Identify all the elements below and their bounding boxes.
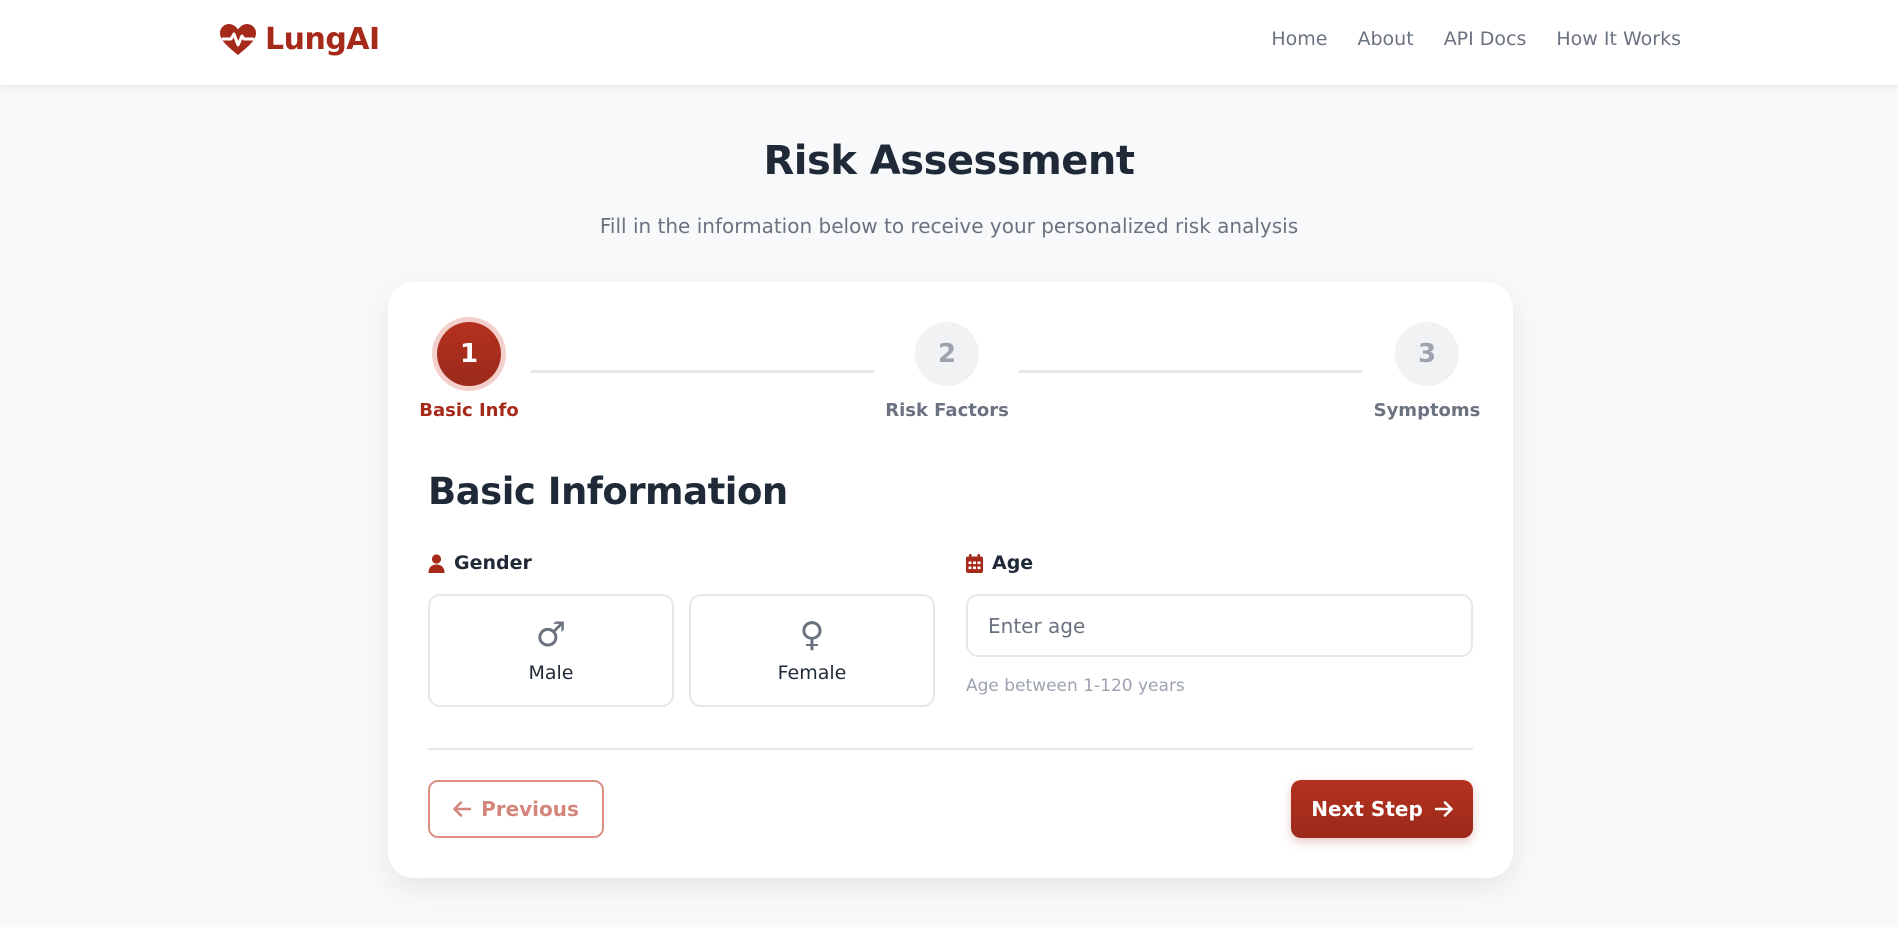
- assessment-card: 1 Basic Info 2 Risk Factors 3 Symptoms B…: [388, 282, 1513, 878]
- heart-pulse-icon: [220, 23, 256, 55]
- brand-name: LungAI: [265, 22, 380, 57]
- step-2-circle: 2: [915, 322, 979, 386]
- gender-option-female-label: Female: [777, 661, 847, 684]
- navbar: LungAI Home About API Docs How It Works: [0, 0, 1898, 85]
- male-icon: ♂: [535, 614, 567, 655]
- step-3-label: Symptoms: [1373, 400, 1481, 421]
- gender-option-male[interactable]: ♂ Male: [428, 594, 674, 707]
- page-subtitle: Fill in the information below to receive…: [599, 214, 1299, 238]
- nav-links: Home About API Docs How It Works: [1271, 28, 1681, 50]
- section-title: Basic Information: [428, 470, 788, 513]
- brand-logo[interactable]: LungAI: [219, 22, 380, 57]
- nav-link-api-docs[interactable]: API Docs: [1444, 28, 1527, 50]
- step-connector-2: [1019, 370, 1362, 373]
- step-1-circle: 1: [437, 322, 501, 386]
- step-3[interactable]: 3 Symptoms: [1374, 322, 1480, 421]
- next-step-button-label: Next Step: [1311, 797, 1423, 821]
- step-2-label: Risk Factors: [885, 400, 1009, 421]
- age-label-text: Age: [992, 552, 1034, 574]
- step-1-label: Basic Info: [419, 400, 519, 421]
- gender-option-male-label: Male: [528, 661, 574, 684]
- divider: [428, 748, 1473, 750]
- arrow-right-icon: [1434, 801, 1453, 817]
- previous-button[interactable]: Previous: [428, 780, 604, 838]
- step-1[interactable]: 1 Basic Info: [419, 322, 519, 421]
- gender-label: Gender: [428, 552, 532, 574]
- nav-link-home[interactable]: Home: [1271, 28, 1327, 50]
- step-connector-1: [531, 370, 874, 373]
- age-label: Age: [966, 552, 1033, 574]
- gender-label-text: Gender: [454, 552, 532, 574]
- calendar-icon: [966, 553, 983, 573]
- page-title: Risk Assessment: [763, 138, 1135, 184]
- user-icon: [428, 553, 445, 573]
- step-3-circle: 3: [1395, 322, 1459, 386]
- arrow-left-icon: [453, 801, 472, 817]
- nav-link-about[interactable]: About: [1358, 28, 1414, 50]
- previous-button-label: Previous: [481, 797, 579, 821]
- nav-link-how-it-works[interactable]: How It Works: [1556, 28, 1681, 50]
- age-hint: Age between 1-120 years: [966, 676, 1185, 696]
- next-step-button[interactable]: Next Step: [1291, 780, 1473, 838]
- female-icon: ♀: [799, 614, 825, 655]
- step-2[interactable]: 2 Risk Factors: [885, 322, 1009, 421]
- gender-option-female[interactable]: ♀ Female: [689, 594, 935, 707]
- age-input[interactable]: [966, 594, 1473, 657]
